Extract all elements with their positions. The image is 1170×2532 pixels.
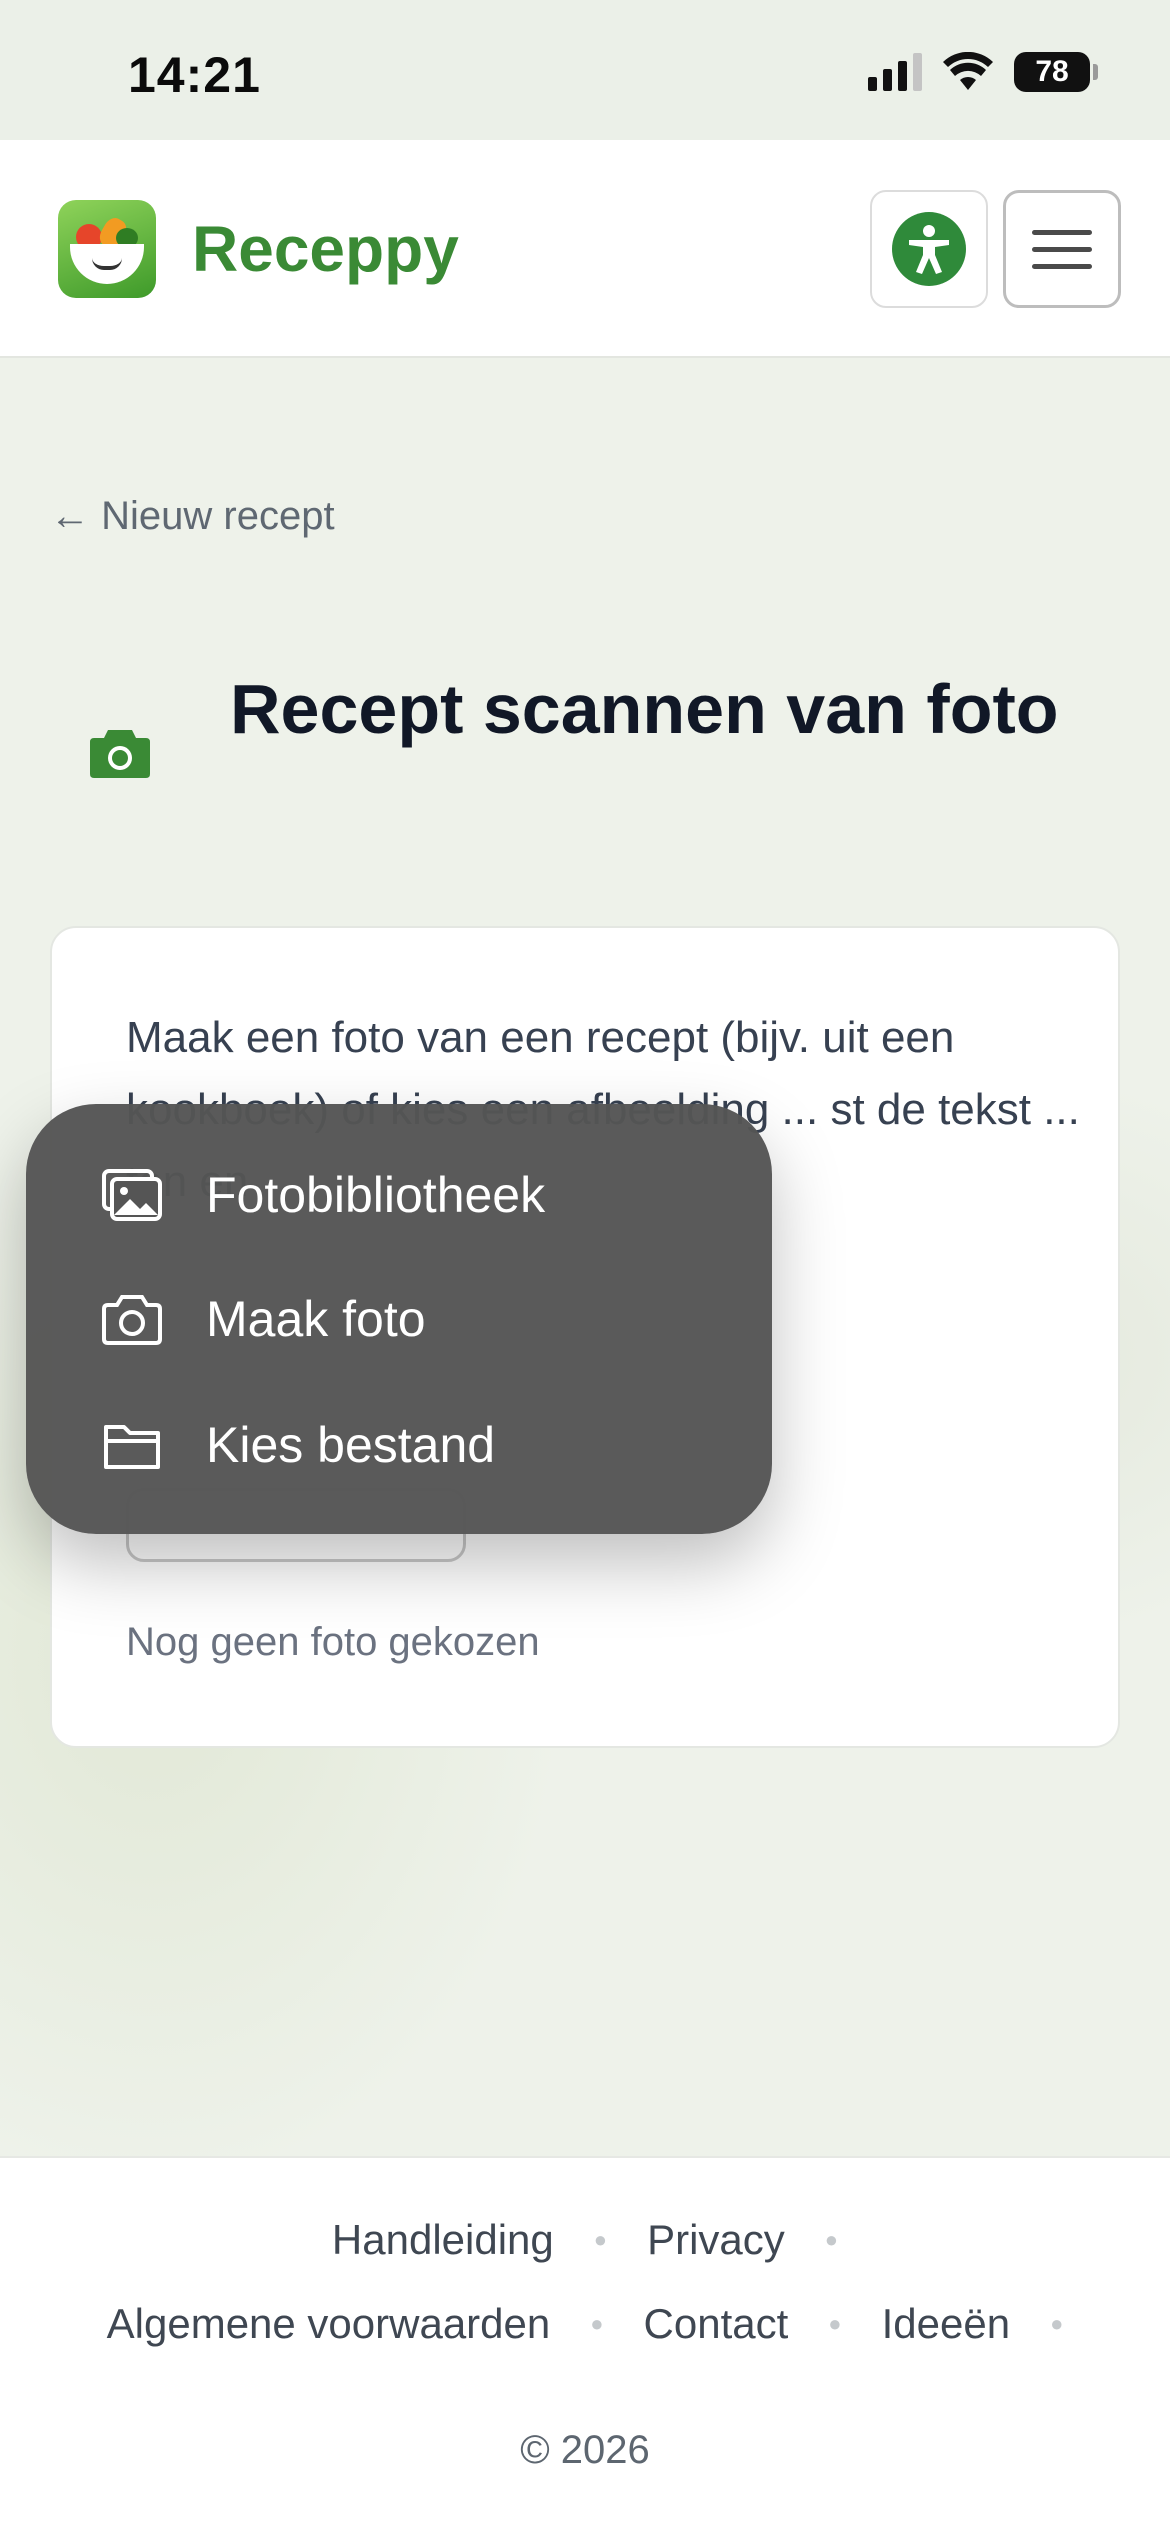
menu-item-label: Kies bestand bbox=[206, 1417, 496, 1473]
photo-source-menu: Fotobibliotheek Maak foto Kies bestand bbox=[26, 1104, 772, 1534]
footer-link-manual[interactable]: Handleiding bbox=[332, 2216, 554, 2264]
menu-item-photo-library[interactable]: Fotobibliotheek bbox=[26, 1132, 772, 1258]
footer-link-contact[interactable]: Contact bbox=[644, 2300, 789, 2348]
accessibility-icon bbox=[892, 212, 966, 286]
footer-link-terms[interactable]: Algemene voorwaarden bbox=[107, 2300, 551, 2348]
footer-row-1: Handleiding ● Privacy ● bbox=[0, 2216, 1170, 2264]
back-link[interactable]: ← Nieuw recept bbox=[50, 494, 335, 539]
app-logo[interactable] bbox=[58, 200, 156, 298]
footer-link-ideas[interactable]: Ideeën bbox=[882, 2300, 1010, 2348]
footer-separator: ● bbox=[828, 2311, 842, 2336]
menu-item-label: Maak foto bbox=[206, 1291, 426, 1347]
menu-item-take-photo[interactable]: Maak foto bbox=[26, 1256, 772, 1382]
footer-row-2: Algemene voorwaarden ● Contact ● Ideeën … bbox=[0, 2300, 1170, 2348]
footer-separator: ● bbox=[1050, 2311, 1064, 2336]
hamburger-menu-button[interactable] bbox=[1003, 190, 1121, 308]
app-header: Receppy bbox=[0, 140, 1170, 358]
footer-link-privacy[interactable]: Privacy bbox=[647, 2216, 785, 2264]
menu-item-label: Fotobibliotheek bbox=[206, 1167, 546, 1223]
accessibility-button[interactable] bbox=[870, 190, 988, 308]
copyright: © 2026 bbox=[520, 2428, 650, 2472]
page-title: Recept scannen van foto bbox=[230, 670, 1059, 748]
status-bar: 14:21 78 bbox=[0, 0, 1170, 140]
page-footer: Handleiding ● Privacy ● Algemene voorwaa… bbox=[0, 2156, 1170, 2532]
photo-library-icon bbox=[102, 1169, 162, 1221]
footer-separator: ● bbox=[593, 2227, 608, 2252]
wifi-icon bbox=[943, 52, 993, 90]
folder-icon bbox=[104, 1425, 160, 1469]
battery-icon: 78 bbox=[1014, 52, 1098, 92]
status-time: 14:21 bbox=[128, 47, 261, 103]
camera-icon bbox=[102, 1295, 162, 1345]
footer-separator: ● bbox=[590, 2311, 604, 2336]
menu-item-choose-file[interactable]: Kies bestand bbox=[26, 1382, 772, 1508]
footer-separator: ● bbox=[824, 2227, 839, 2252]
brand-name[interactable]: Receppy bbox=[192, 212, 459, 286]
camera-icon bbox=[90, 730, 150, 778]
cellular-signal-icon bbox=[868, 53, 922, 91]
photo-status-text: Nog geen foto gekozen bbox=[126, 1620, 540, 1664]
status-icons: 78 bbox=[868, 52, 1098, 92]
